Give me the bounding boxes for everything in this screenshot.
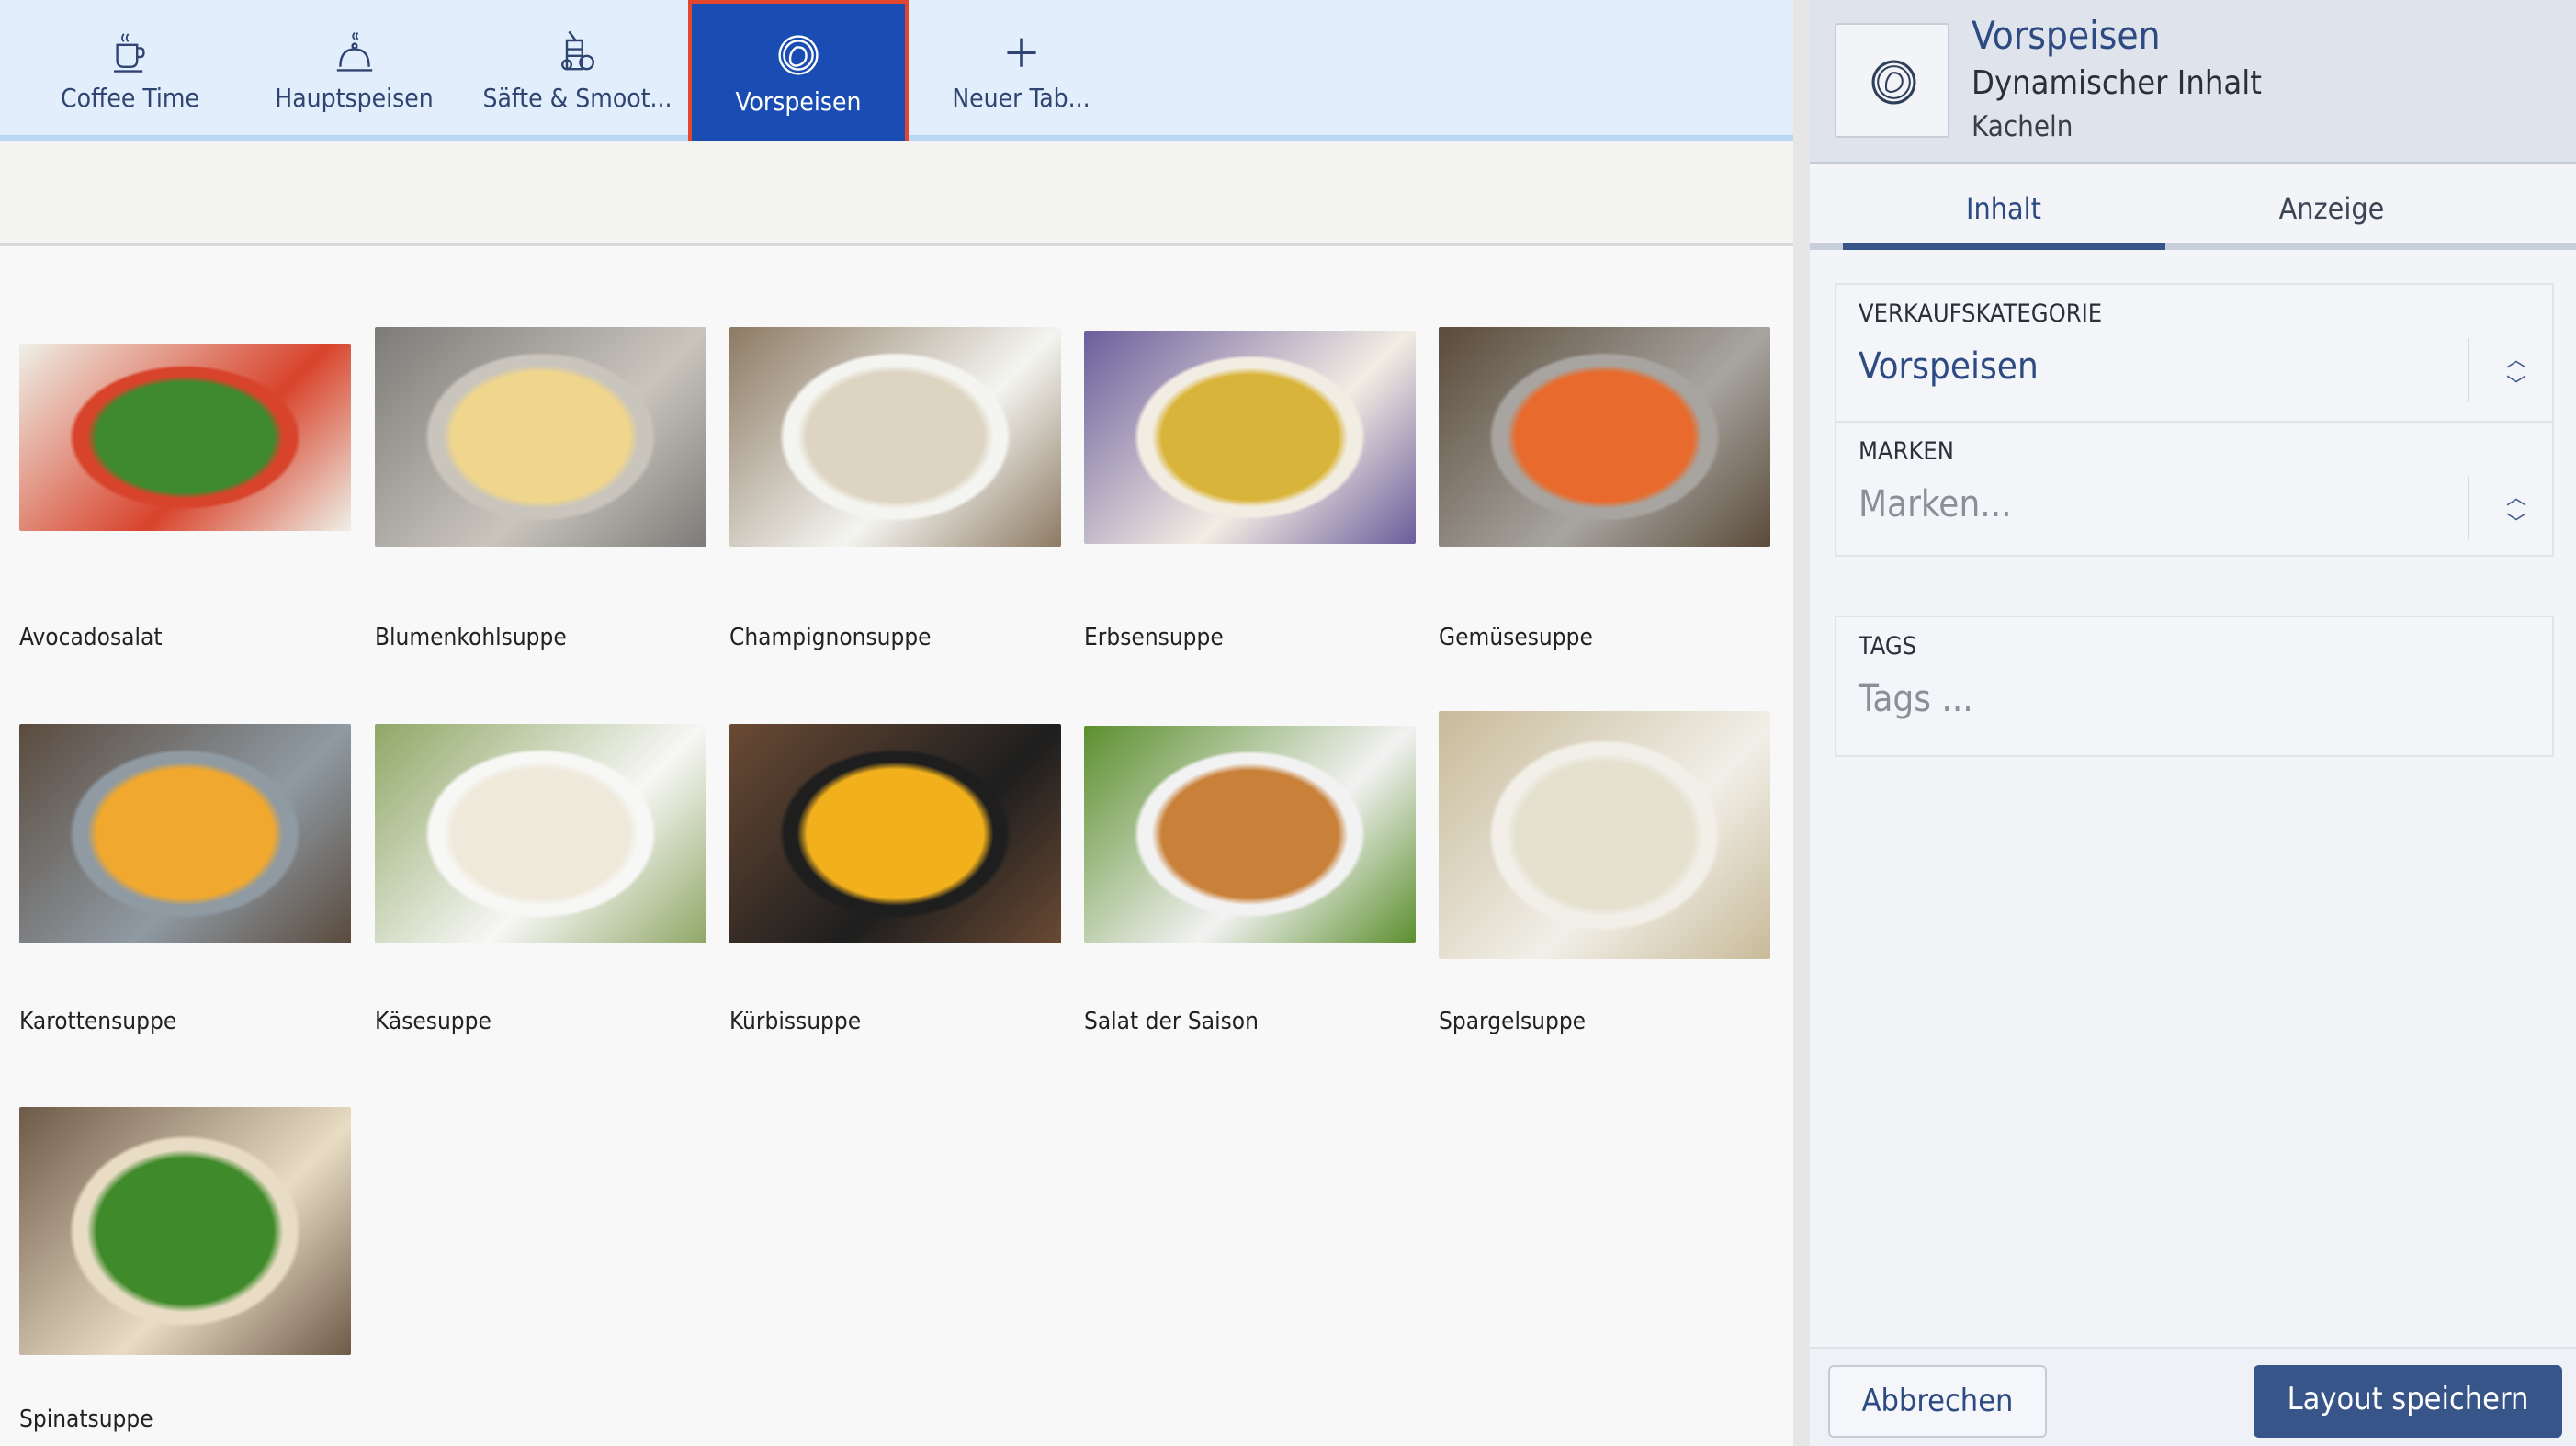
tab-coffee-time[interactable]: Coffee Time	[18, 0, 242, 138]
tab-label: Vorspeisen	[735, 86, 862, 117]
product-name: Salat der Saison	[1084, 1008, 1259, 1035]
panel-footer: Abbrechen Layout speichern	[1810, 1347, 2576, 1446]
salad-plate-icon	[1871, 60, 1916, 105]
product-image	[1084, 726, 1416, 943]
tab-label: Neuer Tab...	[952, 83, 1090, 113]
cancel-button[interactable]: Abbrechen	[1828, 1365, 2047, 1438]
product-name: Erbsensuppe	[1084, 624, 1224, 651]
properties-panel: Vorspeisen Dynamischer Inhalt Kacheln In…	[1810, 0, 2576, 1446]
product-name: Avocadosalat	[19, 624, 163, 651]
product-image	[1439, 327, 1770, 547]
chevron-down-icon: ﹀	[2506, 513, 2527, 536]
product-image	[375, 724, 706, 943]
brands-stepper[interactable]: ︿ ﹀	[2468, 476, 2552, 540]
tab-inhalt[interactable]: Inhalt	[1843, 191, 2164, 226]
tab-label: Hauptspeisen	[275, 83, 434, 113]
tab-bar: Coffee Time Hauptspeisen Säfte & Smoot... V…	[0, 0, 1793, 144]
product-name: Karottensuppe	[19, 1008, 177, 1035]
juice-glass-icon	[560, 30, 594, 71]
field-divider	[1836, 421, 2552, 423]
panel-title: Vorspeisen	[1972, 13, 2161, 58]
product-image	[1439, 711, 1770, 959]
tile-icon-box	[1835, 23, 1949, 138]
tab-label: Säfte & Smoot...	[482, 83, 672, 113]
brands-label: MARKEN	[1859, 437, 1954, 466]
tab-neuer-tab[interactable]: Neuer Tab...	[910, 0, 1133, 138]
tab-vorspeisen[interactable]: Vorspeisen	[688, 0, 909, 144]
active-tab-indicator	[1843, 243, 2165, 250]
product-image	[375, 327, 706, 547]
sales-category-stepper[interactable]: ︿ ﹀	[2468, 338, 2552, 402]
category-brand-card: VERKAUFSKATEGORIE Vorspeisen ︿ ﹀ MARKEN M…	[1835, 283, 2554, 557]
product-image	[19, 1107, 351, 1355]
tab-label: Coffee Time	[61, 83, 199, 113]
sales-category-select[interactable]: Vorspeisen	[1859, 345, 2039, 388]
product-name: Kürbissuppe	[729, 1008, 862, 1035]
toolbar-band	[0, 141, 1793, 246]
content-area: Coffee Time Hauptspeisen Säfte & Smoot... V…	[0, 0, 1793, 1446]
tab-säfte-smoot[interactable]: Säfte & Smoot...	[466, 0, 689, 138]
product-image	[729, 724, 1061, 943]
chevron-down-icon: ﹀	[2506, 375, 2527, 398]
cloche-icon	[336, 31, 372, 72]
tab-hauptspeisen[interactable]: Hauptspeisen	[243, 0, 466, 138]
salad-plate-icon	[778, 35, 819, 75]
plus-icon	[1006, 38, 1036, 67]
product-name: Spargelsuppe	[1439, 1008, 1587, 1035]
product-name: Blumenkohlsuppe	[375, 624, 567, 651]
save-layout-button[interactable]: Layout speichern	[2254, 1365, 2562, 1438]
tags-card: TAGS Tags ...	[1835, 616, 2554, 757]
tags-input[interactable]: Tags ...	[1859, 678, 1973, 720]
brands-select[interactable]: Marken...	[1859, 483, 2012, 525]
product-name: Gemüsesuppe	[1439, 624, 1593, 651]
product-image	[19, 344, 351, 531]
panel-subtitle: Dynamischer Inhalt	[1972, 64, 2262, 102]
product-name: Spinatsuppe	[19, 1406, 153, 1433]
tags-label: TAGS	[1859, 632, 1917, 661]
product-image	[1084, 331, 1416, 544]
panel-header: Vorspeisen Dynamischer Inhalt Kacheln	[1810, 0, 2576, 164]
panel-divider[interactable]	[1793, 0, 1810, 1446]
panel-type: Kacheln	[1972, 110, 2073, 143]
product-image	[729, 327, 1061, 547]
sales-category-label: VERKAUFSKATEGORIE	[1859, 299, 2103, 328]
panel-tabs: Inhalt Anzeige	[1810, 167, 2576, 250]
product-image	[19, 724, 351, 943]
coffee-cup-icon	[113, 33, 145, 73]
product-name: Champignonsuppe	[729, 624, 932, 651]
tab-anzeige[interactable]: Anzeige	[2171, 191, 2492, 226]
product-name: Käsesuppe	[375, 1008, 491, 1035]
